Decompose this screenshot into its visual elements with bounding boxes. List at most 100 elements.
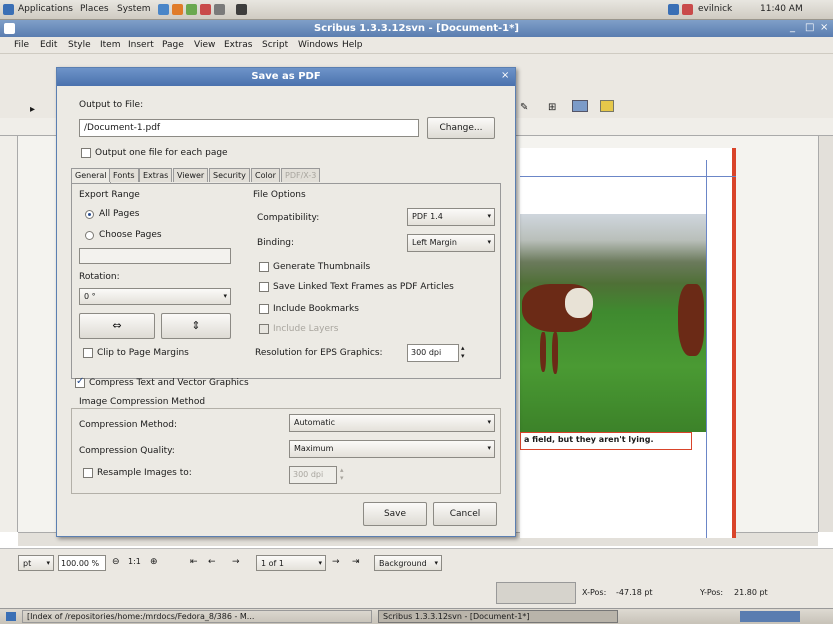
progress-area xyxy=(496,582,576,604)
menu-page[interactable]: Page xyxy=(162,40,184,50)
color-icon[interactable] xyxy=(572,100,588,112)
user-name[interactable]: evilnick xyxy=(698,4,732,14)
save-pdf-dialog: Save as PDF × Output to File: /Document-… xyxy=(56,67,516,537)
window-titlebar[interactable]: Scribus 1.3.3.12svn - [Document-1*] _ □ … xyxy=(0,20,833,37)
menu-insert[interactable]: Insert xyxy=(128,40,154,50)
desktop-icon[interactable] xyxy=(236,4,247,15)
one-file-checkbox[interactable] xyxy=(81,148,91,158)
change-button[interactable]: Change... xyxy=(427,117,495,139)
menu-applications[interactable]: Applications xyxy=(18,4,73,14)
prev-page-icon[interactable]: ← xyxy=(208,557,216,567)
pen-tool-icon[interactable]: ✎ xyxy=(520,102,528,113)
choose-pages-radio[interactable] xyxy=(85,231,94,240)
position-bar: X-Pos: -47.18 pt Y-Pos: 21.80 pt xyxy=(0,580,833,608)
zoom-out-icon[interactable]: ⊖ xyxy=(112,557,120,567)
resolution-spin-icon[interactable]: ▴ ▾ xyxy=(461,344,465,360)
last-page-icon[interactable]: ⇥ xyxy=(352,557,360,567)
dialog-titlebar[interactable]: Save as PDF × xyxy=(57,68,515,86)
browser-icon[interactable] xyxy=(158,4,169,15)
zoom-ratio[interactable]: 1:1 xyxy=(128,557,141,566)
ypos-value: 21.80 pt xyxy=(734,588,768,597)
rotation-select[interactable]: 0 ° ▾ xyxy=(79,288,231,305)
file-options-label: File Options xyxy=(253,190,306,200)
binding-select[interactable]: Left Margin ▾ xyxy=(407,234,495,252)
rotation-value: 0 ° xyxy=(84,292,96,301)
units-select[interactable]: pt ▾ xyxy=(18,555,54,571)
taskbar-item-browser[interactable]: [Index of /repositories/home:/mrdocs/Fed… xyxy=(22,610,372,623)
page-select[interactable]: 1 of 1 ▾ xyxy=(256,555,326,571)
cancel-button[interactable]: Cancel xyxy=(433,502,497,526)
compatibility-label: Compatibility: xyxy=(257,213,320,223)
maximize-icon[interactable]: □ xyxy=(805,22,814,33)
thumbnails-checkbox[interactable] xyxy=(259,262,269,272)
menu-item[interactable]: Item xyxy=(100,40,121,50)
output-file-input[interactable]: /Document-1.pdf xyxy=(79,119,419,137)
zoom-field[interactable]: 100.00 % xyxy=(58,555,106,571)
zoom-in-icon[interactable]: ⊕ xyxy=(150,557,158,567)
eyedropper-icon[interactable] xyxy=(600,100,614,112)
save-linked-checkbox[interactable] xyxy=(259,282,269,292)
mail-icon[interactable] xyxy=(172,4,183,15)
pages-input[interactable] xyxy=(79,248,231,264)
menu-help[interactable]: Help xyxy=(342,40,363,50)
tab-color[interactable]: Color xyxy=(251,168,280,182)
menu-edit[interactable]: Edit xyxy=(40,40,57,50)
clip-margins-checkbox[interactable] xyxy=(83,348,93,358)
show-desktop-icon[interactable] xyxy=(6,612,16,621)
next-page-icon-left[interactable]: → xyxy=(232,557,240,567)
tab-extras[interactable]: Extras xyxy=(139,168,173,182)
resolution-input[interactable]: 300 dpi xyxy=(407,344,459,362)
tab-fonts[interactable]: Fonts xyxy=(109,168,139,182)
menu-windows[interactable]: Windows xyxy=(298,40,338,50)
bookmarks-checkbox[interactable] xyxy=(259,304,269,314)
first-page-icon[interactable]: ⇤ xyxy=(190,557,198,567)
vertical-scrollbar[interactable] xyxy=(818,136,833,532)
cow-head xyxy=(565,288,593,318)
mirror-v-button[interactable]: ⇕ xyxy=(161,313,231,339)
menu-system[interactable]: System xyxy=(117,4,151,14)
layer-value: Background xyxy=(379,559,427,568)
office-icon[interactable] xyxy=(186,4,197,15)
margin-guide-top xyxy=(520,176,736,177)
arrow-tool-icon[interactable]: ▸ xyxy=(30,104,35,115)
ypos-label: Y-Pos: xyxy=(700,588,724,597)
clock[interactable]: 11:40 AM xyxy=(760,4,803,14)
image-compression-label: Image Compression Method xyxy=(79,397,206,407)
save-button[interactable]: Save xyxy=(363,502,427,526)
menu-places[interactable]: Places xyxy=(80,4,109,14)
menu-file[interactable]: File xyxy=(14,40,29,50)
margin-guide xyxy=(706,160,707,538)
vertical-ruler[interactable] xyxy=(0,136,18,532)
binding-value: Left Margin xyxy=(412,238,457,247)
tool-icon[interactable]: ⊞ xyxy=(548,102,556,113)
caption-text[interactable]: a field, but they aren't lying. xyxy=(520,432,692,450)
menu-extras[interactable]: Extras xyxy=(224,40,252,50)
minimize-icon[interactable]: _ xyxy=(790,22,795,33)
dialog-close-icon[interactable]: × xyxy=(501,70,509,81)
compatibility-select[interactable]: PDF 1.4 ▾ xyxy=(407,208,495,226)
workspace-switcher[interactable] xyxy=(740,611,800,622)
tab-general[interactable]: General xyxy=(71,168,111,183)
help-icon[interactable] xyxy=(200,4,211,15)
menu-script[interactable]: Script xyxy=(262,40,288,50)
tab-security[interactable]: Security xyxy=(209,168,250,182)
compress-text-checkbox[interactable] xyxy=(75,376,85,388)
cow-leg-2 xyxy=(552,332,558,374)
tab-viewer[interactable]: Viewer xyxy=(173,168,209,182)
tab-pdfx3[interactable]: PDF/X-3 xyxy=(281,168,321,182)
all-pages-radio[interactable] xyxy=(85,210,94,219)
layer-select[interactable]: Background ▾ xyxy=(374,555,442,571)
menu-view[interactable]: View xyxy=(194,40,215,50)
taskbar-item-scribus[interactable]: Scribus 1.3.3.12svn - [Document-1*] xyxy=(378,610,618,623)
close-icon[interactable]: × xyxy=(820,22,828,33)
next-page-icon[interactable]: → xyxy=(332,557,340,567)
cow-photo[interactable] xyxy=(520,214,706,432)
mirror-h-button[interactable]: ⇔ xyxy=(79,313,155,339)
menubar: File Edit Style Item Insert Page View Ex… xyxy=(0,37,833,54)
terminal-icon[interactable] xyxy=(214,4,225,15)
update-icon xyxy=(682,4,693,15)
layers-checkbox[interactable] xyxy=(259,324,269,334)
menu-style[interactable]: Style xyxy=(68,40,91,50)
foot-icon[interactable] xyxy=(3,4,14,15)
resolution-label: Resolution for EPS Graphics: xyxy=(255,348,383,358)
